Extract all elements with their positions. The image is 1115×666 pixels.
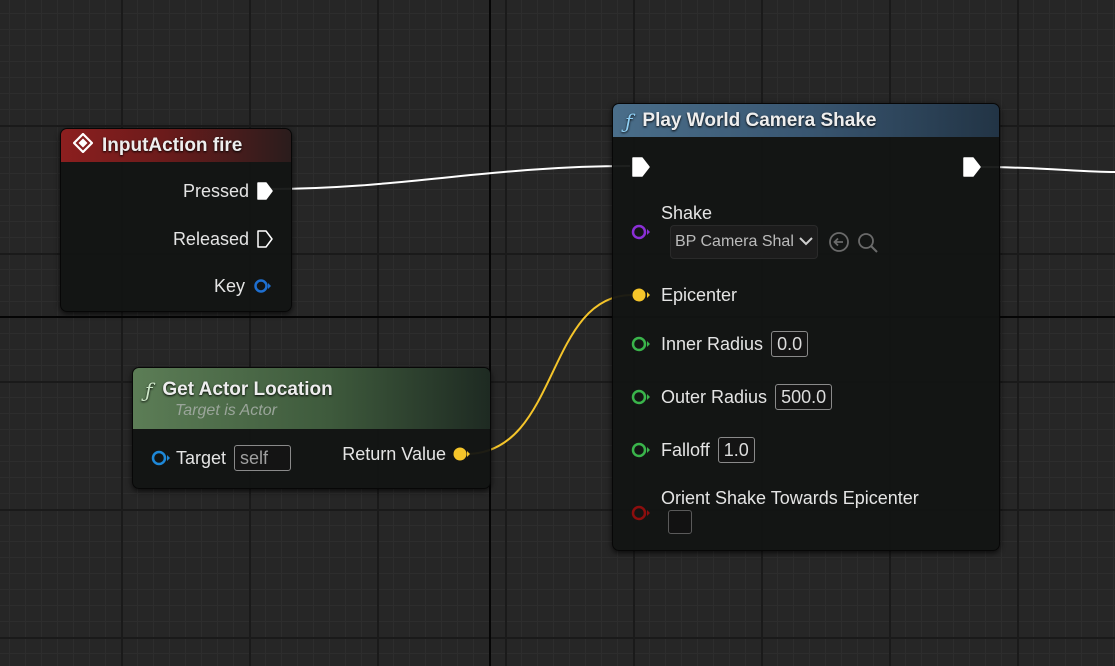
camera-shake-node-title: Play World Camera Shake xyxy=(642,109,877,131)
released-exec-output-pin[interactable]: Released xyxy=(140,227,273,251)
epicenter-pin-label: Epicenter xyxy=(661,284,738,305)
shake-pin-label: Shake xyxy=(661,203,713,223)
struct-pin-hollow-icon[interactable] xyxy=(253,278,273,294)
camera-shake-node-header[interactable]: ƒ Play World Camera Shake xyxy=(613,104,999,137)
float-pin-hollow-icon[interactable] xyxy=(629,389,653,405)
orient-shake-checkbox[interactable] xyxy=(668,510,692,534)
exec-pin-filled-icon[interactable] xyxy=(257,182,273,200)
vector-pin-filled-icon[interactable] xyxy=(629,287,653,303)
vector-pin-filled-icon[interactable] xyxy=(452,446,472,462)
key-pin-label: Key xyxy=(213,275,245,296)
falloff-input[interactable]: 1.0 xyxy=(717,437,755,463)
outer-radius-input-pin[interactable]: Outer Radius 500.0 xyxy=(629,383,833,411)
orient-shake-label: Orient Shake Towards Epicenter xyxy=(661,488,919,508)
exec-input-pin[interactable] xyxy=(632,157,650,177)
object-pin-hollow-icon[interactable] xyxy=(150,450,170,466)
return-value-output-pin[interactable]: Return Value xyxy=(300,442,472,466)
get-actor-location-title: Get Actor Location xyxy=(162,378,333,400)
inner-radius-input-pin[interactable]: Inner Radius 0.0 xyxy=(629,330,809,358)
input-action-node-header[interactable]: InputAction fire xyxy=(61,129,291,162)
key-output-pin[interactable]: Key xyxy=(140,274,273,298)
outer-radius-input[interactable]: 500.0 xyxy=(775,384,833,410)
play-world-camera-shake-node[interactable]: ƒ Play World Camera Shake xyxy=(612,103,1000,551)
float-pin-hollow-icon[interactable] xyxy=(629,336,653,352)
return-value-label: Return Value xyxy=(342,443,446,464)
target-value-input[interactable]: self xyxy=(234,445,292,471)
bool-pin-hollow-icon[interactable] xyxy=(629,505,653,526)
target-pin-label: Target xyxy=(176,447,227,468)
get-actor-location-node-header[interactable]: ƒ Get Actor Location Target is Actor xyxy=(133,368,490,429)
chevron-down-icon xyxy=(799,233,813,251)
falloff-input-pin[interactable]: Falloff 1.0 xyxy=(629,436,755,464)
pressed-exec-output-pin[interactable]: Pressed xyxy=(140,179,273,203)
search-icon[interactable] xyxy=(856,231,880,260)
input-action-node-title: InputAction fire xyxy=(102,134,243,156)
shake-class-value: BP Camera Shal xyxy=(675,233,793,250)
exec-wire-shake-out xyxy=(979,166,1115,173)
released-pin-label: Released xyxy=(172,228,249,249)
function-f-icon: ƒ xyxy=(625,108,633,133)
inner-radius-input[interactable]: 0.0 xyxy=(771,331,809,357)
outer-radius-label: Outer Radius xyxy=(661,386,768,407)
pressed-pin-label: Pressed xyxy=(182,180,249,201)
falloff-label: Falloff xyxy=(661,439,710,460)
target-input-pin[interactable]: Target self xyxy=(150,444,292,472)
exec-output-pin[interactable] xyxy=(963,157,981,177)
float-pin-hollow-icon[interactable] xyxy=(629,442,653,458)
arrow-left-circle-icon[interactable] xyxy=(828,231,850,258)
shake-class-dropdown[interactable]: BP Camera Shal xyxy=(670,225,818,259)
class-pin-hollow-icon[interactable] xyxy=(629,224,653,245)
exec-pin-hollow-icon[interactable] xyxy=(257,230,273,248)
diamond-event-icon xyxy=(72,131,94,159)
get-actor-location-subtitle: Target is Actor xyxy=(175,401,277,419)
epicenter-input-pin[interactable]: Epicenter xyxy=(629,283,737,307)
exec-wire-pressed-to-shake xyxy=(269,165,631,190)
function-f-icon: ƒ xyxy=(145,377,153,402)
inner-radius-label: Inner Radius xyxy=(661,333,764,354)
